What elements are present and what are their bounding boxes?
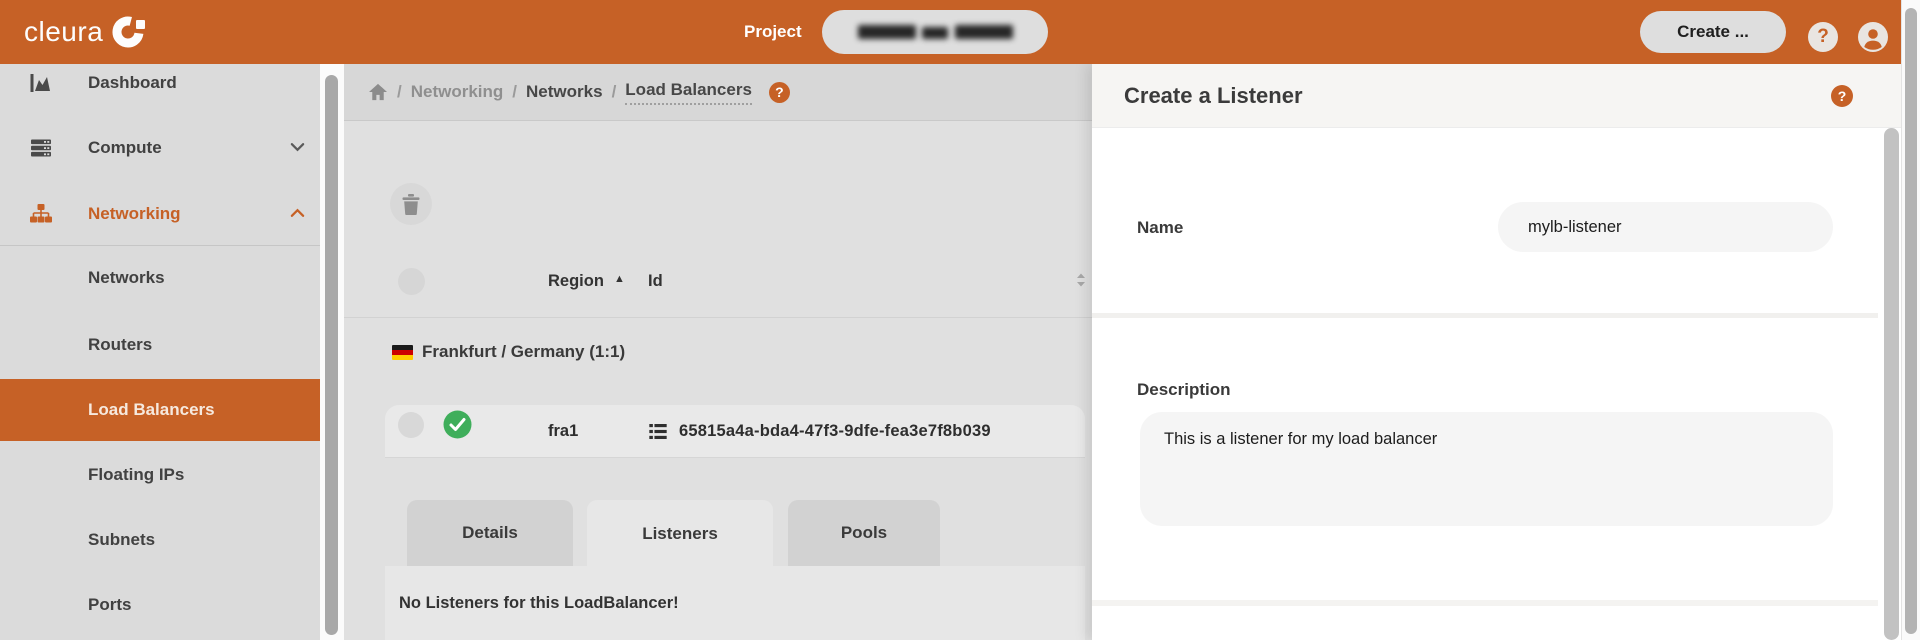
breadcrumb-separator: / <box>397 82 402 102</box>
load-balancers-pane: / Networking / Networks / Load Balancers… <box>344 64 1092 640</box>
load-balancer-card: fra1 65815a4a-bda4-47f3-9dfe-fea3e7f8b03… <box>385 405 1085 640</box>
sidebar-scrollbar-thumb[interactable] <box>325 75 338 635</box>
sidebar-item-load-balancers[interactable]: Load Balancers <box>0 379 320 441</box>
delete-button[interactable] <box>390 183 432 225</box>
sidebar-item-networks[interactable]: Networks <box>0 246 320 310</box>
column-header-region[interactable]: Region <box>548 268 604 295</box>
column-header-id[interactable]: Id <box>648 268 663 295</box>
header-divider <box>344 317 1092 318</box>
sidebar-item-floating-ips[interactable]: Floating IPs <box>0 443 320 507</box>
sidebar-item-compute[interactable]: Compute <box>0 116 320 180</box>
project-selector[interactable] <box>822 10 1048 54</box>
create-button-label: Create ... <box>1677 22 1749 42</box>
sidebar-item-label: Dashboard <box>88 73 177 93</box>
tab-listeners[interactable]: Listeners <box>587 500 773 568</box>
description-textarea-value: This is a listener for my load balancer <box>1164 430 1437 448</box>
tab-label: Pools <box>841 523 887 543</box>
breadcrumb-separator: / <box>512 82 517 102</box>
section-divider <box>1092 313 1878 318</box>
breadcrumb-networks[interactable]: Networks <box>526 82 603 102</box>
server-icon <box>25 136 57 160</box>
select-all-circle[interactable] <box>398 268 425 295</box>
tab-details[interactable]: Details <box>407 500 573 566</box>
panel-scrollbar-thumb[interactable] <box>1884 128 1899 640</box>
project-label: Project <box>744 0 802 64</box>
sidebar: Dashboard Compute Networki <box>0 64 320 640</box>
region-group-label: Frankfurt / Germany (1:1) <box>422 342 625 362</box>
sidebar-item-label: Subnets <box>88 530 155 550</box>
network-icon <box>25 202 57 226</box>
window-scrollbar-track[interactable] <box>1901 0 1920 640</box>
breadcrumb-networking[interactable]: Networking <box>411 82 504 102</box>
panel-help-button[interactable]: ? <box>1831 85 1853 107</box>
sort-ascending-icon: ▲ <box>614 273 625 285</box>
chevron-up-icon <box>290 205 305 223</box>
section-divider <box>1092 600 1878 606</box>
dashboard-icon <box>25 71 57 95</box>
tab-label: Listeners <box>642 524 718 544</box>
account-button[interactable] <box>1858 22 1888 52</box>
cleura-app: cleura Project Create ... ? <box>0 0 1920 640</box>
tab-pools[interactable]: Pools <box>788 500 940 566</box>
top-bar: cleura Project Create ... ? <box>0 0 1920 64</box>
sidebar-item-label: Load Balancers <box>88 400 215 420</box>
panel-header: Create a Listener ? <box>1092 64 1901 128</box>
status-active-icon <box>443 410 472 444</box>
germany-flag-icon <box>392 345 413 360</box>
name-input-value: mylb-listener <box>1528 218 1622 236</box>
load-balancer-row[interactable]: fra1 65815a4a-bda4-47f3-9dfe-fea3e7f8b03… <box>385 405 1085 458</box>
chevron-down-icon <box>290 139 305 157</box>
breadcrumb-separator: / <box>612 82 617 102</box>
sidebar-item-ports[interactable]: Ports <box>0 573 320 637</box>
breadcrumb-load-balancers[interactable]: Load Balancers <box>625 80 752 105</box>
row-select-circle[interactable] <box>398 412 424 438</box>
logo-wordmark: cleura <box>24 16 103 48</box>
breadcrumb-help-button[interactable]: ? <box>769 82 790 103</box>
trash-icon <box>402 194 420 215</box>
sidebar-item-label: Ports <box>88 595 131 615</box>
user-icon <box>1858 22 1888 52</box>
region-group-row: Frankfurt / Germany (1:1) <box>392 342 625 362</box>
sidebar-item-label: Networking <box>88 204 181 224</box>
name-input[interactable]: mylb-listener <box>1498 202 1833 252</box>
create-listener-panel: Create a Listener ? Name mylb-listener D… <box>1092 64 1901 640</box>
breadcrumb: / Networking / Networks / Load Balancers… <box>368 80 790 105</box>
name-field-label: Name <box>1137 218 1183 238</box>
cleura-logo[interactable]: cleura <box>24 0 146 64</box>
sidebar-item-label: Routers <box>88 335 152 355</box>
sidebar-item-label: Networks <box>88 268 165 288</box>
breadcrumb-bar: / Networking / Networks / Load Balancers… <box>344 64 1092 121</box>
listeners-tab-content: No Listeners for this LoadBalancer! <box>385 566 1085 640</box>
tab-label: Details <box>462 523 518 543</box>
row-id-value: 65815a4a-bda4-47f3-9dfe-fea3e7f8b039 <box>679 405 991 458</box>
sidebar-item-subnets[interactable]: Subnets <box>0 508 320 572</box>
logo-c-icon <box>112 15 146 49</box>
question-mark-icon: ? <box>775 84 784 100</box>
description-textarea[interactable]: This is a listener for my load balancer <box>1140 412 1833 526</box>
redacted-project-name <box>858 25 916 39</box>
question-mark-icon: ? <box>1817 26 1829 48</box>
panel-title: Create a Listener <box>1124 64 1303 128</box>
sidebar-item-networking[interactable]: Networking <box>0 182 320 246</box>
question-mark-icon: ? <box>1838 88 1847 104</box>
create-button[interactable]: Create ... <box>1640 11 1786 53</box>
list-icon <box>649 424 667 444</box>
sidebar-item-label: Compute <box>88 138 162 158</box>
redacted-project-name <box>955 25 1013 39</box>
sidebar-scrollbar-track[interactable] <box>320 64 344 640</box>
redacted-project-name <box>922 27 948 39</box>
row-region-value: fra1 <box>548 405 578 458</box>
window-scrollbar-thumb[interactable] <box>1905 8 1917 634</box>
sidebar-item-label: Floating IPs <box>88 465 184 485</box>
empty-listeners-message: No Listeners for this LoadBalancer! <box>399 594 679 613</box>
sidebar-item-routers[interactable]: Routers <box>0 313 320 377</box>
home-icon[interactable] <box>368 83 388 101</box>
description-field-label: Description <box>1137 380 1231 400</box>
help-button[interactable]: ? <box>1808 22 1838 52</box>
sort-toggle-icon[interactable] <box>1074 272 1088 293</box>
